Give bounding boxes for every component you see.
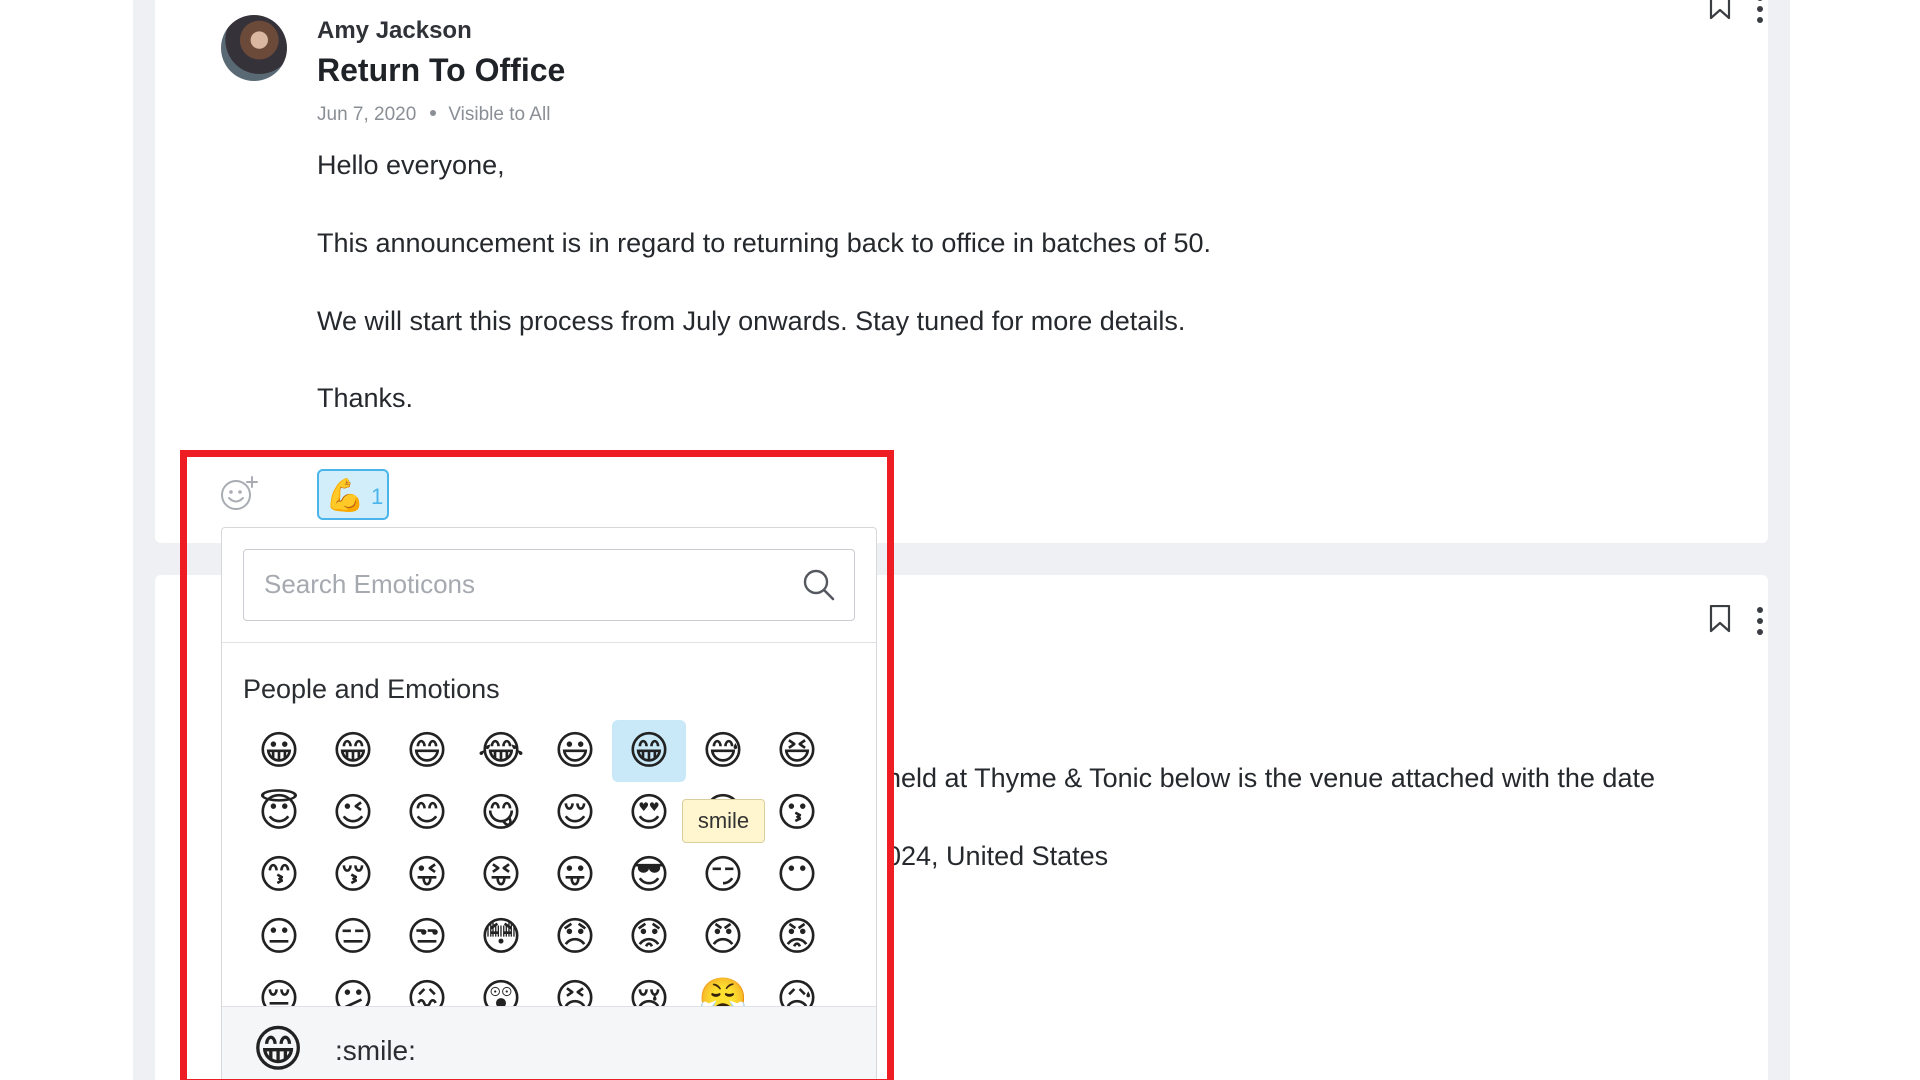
emoji-option[interactable]: 😌	[538, 782, 612, 844]
bookmark-icon[interactable]	[1709, 605, 1731, 633]
emoji-option[interactable]: 😕	[316, 968, 390, 1010]
emoji-grid: 😀😁😄😂😃😁😅😆😇😉😊😋😌😍😁😗😙😚😜😝😛😎😏😶😐😑😒😳😞😟😠😡😔😕😖😲😣😢😤😥	[242, 720, 842, 1010]
emoji-option[interactable]: 😅	[686, 720, 760, 782]
emoji-option[interactable]: 😂	[464, 720, 538, 782]
search-input[interactable]	[264, 550, 784, 619]
emoji-preview-bar: 😁 :smile:	[222, 1006, 876, 1080]
emoji-option[interactable]: 😆	[760, 720, 834, 782]
post-body-line: 024, United States	[886, 841, 1109, 871]
separator-dot	[430, 110, 437, 117]
emoji-option[interactable]: 😒	[390, 906, 464, 968]
post-body-line: Hello everyone,	[317, 150, 505, 180]
emoji-option[interactable]: 😥	[760, 968, 834, 1010]
category-title: People and Emotions	[243, 674, 500, 704]
emoji-option[interactable]: 😤	[686, 968, 760, 1010]
post-author[interactable]: Amy Jackson	[317, 17, 472, 45]
emoji-option[interactable]: 😔	[242, 968, 316, 1010]
preview-emoji-icon: 😁	[252, 1021, 305, 1077]
post-body-line: We will start this process from July onw…	[317, 306, 1186, 336]
post-title[interactable]: Return To Office	[317, 52, 565, 89]
search-icon[interactable]	[802, 568, 836, 602]
emoji-option[interactable]: 😎	[612, 844, 686, 906]
post-visibility: Visible to All	[448, 104, 551, 125]
emoji-option[interactable]: 😞	[538, 906, 612, 968]
add-reaction-icon[interactable]	[219, 474, 259, 514]
emoji-option[interactable]: 😡	[760, 906, 834, 968]
emoji-option[interactable]: 😟	[612, 906, 686, 968]
post-body-line: This announcement is in regard to return…	[317, 228, 1212, 258]
more-options-icon[interactable]	[1756, 606, 1764, 636]
divider	[222, 642, 876, 643]
post-body-line: held at Thyme & Tonic below is the venue…	[886, 763, 1655, 793]
emoji-picker: People and Emotions 😀😁😄😂😃😁😅😆😇😉😊😋😌😍😁😗😙😚😜😝…	[221, 527, 877, 1080]
emoji-tooltip: smile	[682, 799, 765, 843]
flexed-biceps-icon: 💪	[325, 477, 365, 513]
emoji-option[interactable]: 😗	[760, 782, 834, 844]
emoji-option[interactable]: 😛	[538, 844, 612, 906]
avatar[interactable]	[221, 15, 287, 81]
post-meta: Jun 7, 2020 Visible to All	[317, 104, 550, 126]
bookmark-icon[interactable]	[1709, 0, 1731, 20]
reaction-chip[interactable]: 💪 1	[317, 469, 389, 520]
post-date: Jun 7, 2020	[317, 104, 417, 125]
preview-shortcode: :smile:	[335, 1035, 416, 1066]
emoji-option[interactable]: 😏	[686, 844, 760, 906]
emoji-option[interactable]: 😃	[538, 720, 612, 782]
search-box	[243, 549, 855, 621]
emoji-option[interactable]: 😢	[612, 968, 686, 1010]
emoji-option[interactable]: 😀	[242, 720, 316, 782]
emoji-option[interactable]: 😊	[390, 782, 464, 844]
reaction-count: 1	[371, 484, 384, 509]
emoji-option[interactable]: 😄	[390, 720, 464, 782]
emoji-option[interactable]: 😇	[242, 782, 316, 844]
emoji-option[interactable]: 😠	[686, 906, 760, 968]
emoji-option[interactable]: 😁	[612, 720, 686, 782]
emoji-option[interactable]: 😐	[242, 906, 316, 968]
emoji-option[interactable]: 😖	[390, 968, 464, 1010]
emoji-option[interactable]: 😙	[242, 844, 316, 906]
emoji-option[interactable]: 😜	[390, 844, 464, 906]
emoji-option[interactable]: 😶	[760, 844, 834, 906]
emoji-option[interactable]: 😋	[464, 782, 538, 844]
emoji-option[interactable]: 😚	[316, 844, 390, 906]
more-options-icon[interactable]	[1756, 0, 1764, 24]
emoji-option[interactable]: 😁	[316, 720, 390, 782]
emoji-option[interactable]: 😝	[464, 844, 538, 906]
emoji-option[interactable]: 😳	[464, 906, 538, 968]
emoji-option[interactable]: 😑	[316, 906, 390, 968]
emoji-option[interactable]: 😍	[612, 782, 686, 844]
emoji-option[interactable]: 😣	[538, 968, 612, 1010]
emoji-option[interactable]: 😉	[316, 782, 390, 844]
post-body-line: Thanks.	[317, 383, 414, 413]
emoji-option[interactable]: 😲	[464, 968, 538, 1010]
